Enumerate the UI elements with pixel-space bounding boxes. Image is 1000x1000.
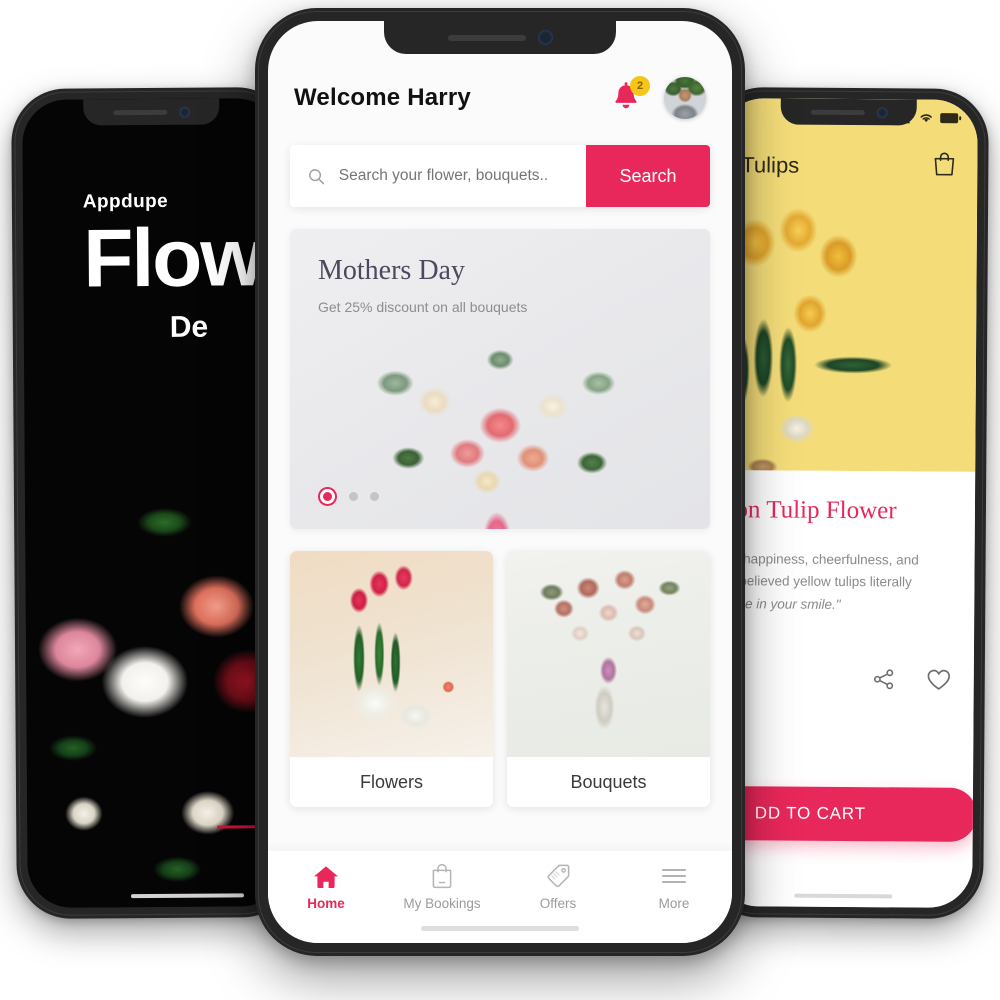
phone-mockup-stage: Appdupe Flow De Tulips bon Tulip Flower … [0,0,1000,1000]
nav-label: My Bookings [403,896,481,911]
right-phone-product: Tulips bon Tulip Flower ent happiness, c… [703,87,989,919]
heart-icon[interactable] [926,667,952,696]
battery-icon [940,112,962,123]
banner-subtitle: Get 25% discount on all bouquets [318,299,528,315]
notification-badge: 2 [630,76,650,96]
nav-item-my-bookings[interactable]: My Bookings [384,863,500,911]
product-action-icons [872,667,952,697]
brand-name: Appdupe [82,190,169,213]
home-indicator [421,926,579,931]
phone-notch [780,98,917,126]
nav-label: More [658,896,690,911]
search-input[interactable] [338,167,568,185]
page-title: Tulips [741,152,800,178]
dark-floral-artwork [24,437,286,908]
product-info: bon Tulip Flower ent happiness, cheerful… [714,469,978,908]
category-card-bouquets[interactable]: Bouquets [507,551,710,807]
search-bar: Search [290,145,710,207]
search-button[interactable]: Search [586,145,710,207]
share-icon[interactable] [872,667,896,696]
description-line-3: shine in your smile." [720,596,841,612]
front-camera-icon [537,30,553,45]
front-camera-icon [178,106,190,118]
description-line-1: ent happiness, cheerfulness, and [720,550,919,568]
avatar[interactable] [664,77,706,119]
front-camera-icon [876,106,888,118]
nav-item-home[interactable]: Home [268,863,384,911]
home-indicator [794,893,893,899]
speaker-slot [112,109,167,115]
bag-icon [430,863,454,889]
home-indicator [130,893,245,899]
carousel-dot-3[interactable] [370,492,379,501]
left-phone-screen: Appdupe Flow De [22,98,286,908]
promo-banner[interactable]: Mothers Day Get 25% discount on all bouq… [290,229,710,529]
category-label: Bouquets [507,757,710,807]
wifi-icon [920,114,932,123]
nav-label: Home [307,896,345,911]
right-phone-screen: Tulips bon Tulip Flower ent happiness, c… [714,98,978,908]
yellow-tulips-image [717,172,973,472]
speaker-slot [447,34,526,41]
product-description: ent happiness, cheerfulness, and en beli… [720,548,974,618]
banner-title: Mothers Day [318,255,465,286]
nav-item-more[interactable]: More [616,863,732,911]
banner-text: Mothers Day Get 25% discount on all bouq… [318,255,527,315]
nav-label: Offers [539,896,577,911]
phone-notch [384,21,616,54]
search-icon [309,168,325,184]
search-field-wrap [290,145,586,207]
hamburger-icon [660,863,688,889]
phone-notch [83,98,220,126]
tag-icon [545,863,571,889]
splash-title: Flow [82,212,263,305]
speaker-slot [810,109,865,115]
product-meta-row: ★ [716,666,952,697]
carousel-dots [318,492,379,501]
category-card-flowers[interactable]: Flowers [290,551,493,807]
banner-bouquet-image [336,313,664,529]
splash-text-block: Appdupe Flow De [83,190,263,346]
category-image-bouquets [507,551,710,757]
carousel-dot-2[interactable] [349,492,358,501]
carousel-dot-1[interactable] [323,492,332,501]
product-top-bar: Tulips [719,150,977,182]
nav-item-offers[interactable]: Offers [500,863,616,911]
product-hero: Tulips [717,98,978,472]
center-phone-home: Welcome Harry 2 Search your flower, bouq… [255,8,745,956]
notification-bell[interactable]: 2 [610,76,650,115]
splash-subtitle: De [169,310,209,345]
product-title: bon Tulip Flower [722,495,897,525]
header-actions: 2 [610,76,706,119]
greeting-text: Welcome Harry [294,84,471,111]
add-to-cart-button[interactable]: DD TO CART [714,785,978,842]
home-icon [312,863,340,889]
category-image-flowers [290,551,493,757]
category-grid: Flowers Bouquets [290,551,710,807]
shopping-bag-icon[interactable] [933,152,955,182]
center-phone-screen: Welcome Harry 2 Search your flower, bouq… [268,21,732,943]
description-line-2: en believed yellow tulips literally [720,573,912,590]
category-label: Flowers [290,757,493,807]
